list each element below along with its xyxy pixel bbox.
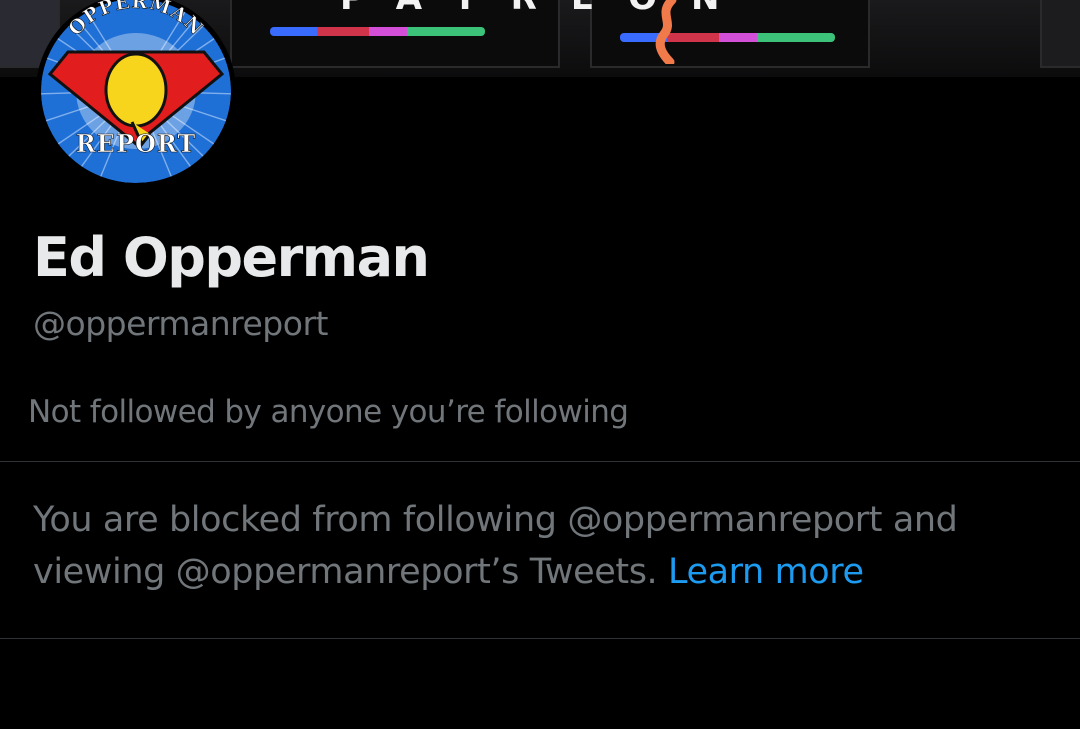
followers-you-know: Not followed by anyone you’re following <box>28 394 629 430</box>
avatar-bottom-text: REPORT <box>76 129 197 158</box>
learn-more-link[interactable]: Learn more <box>668 552 864 592</box>
profile-avatar[interactable]: OPPERMAN REPORT <box>36 0 236 188</box>
profile-handle: @oppermanreport <box>33 304 328 343</box>
divider <box>0 461 1080 462</box>
blocked-notice-line2: viewing @oppermanreport’s Tweets. Learn … <box>33 546 1033 598</box>
blocked-notice: You are blocked from following @opperman… <box>33 494 1033 598</box>
blocked-notice-line2-text: viewing @oppermanreport’s Tweets. <box>33 552 658 592</box>
profile-display-name: Ed Opperman <box>33 226 430 289</box>
banner-letters: PATREON <box>340 0 753 18</box>
blocked-notice-line1: You are blocked from following @opperman… <box>33 500 958 540</box>
opperman-report-logo: OPPERMAN REPORT <box>41 0 231 183</box>
divider <box>0 638 1080 639</box>
banner-scribble <box>655 0 677 64</box>
banner-color-stripe <box>270 27 485 36</box>
banner-monitor <box>1040 0 1080 68</box>
